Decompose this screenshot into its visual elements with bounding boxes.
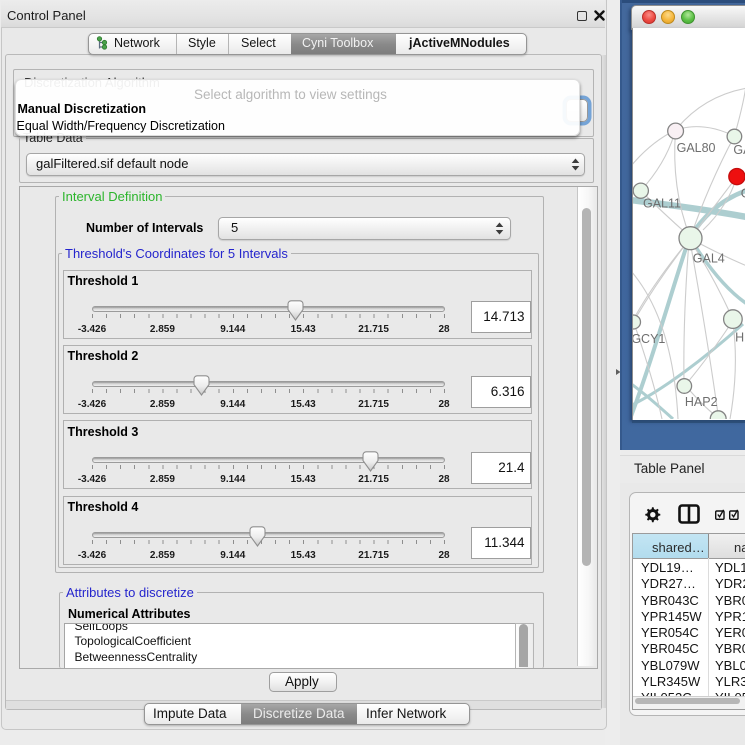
- svg-text:H: H: [735, 331, 744, 345]
- svg-text:G: G: [741, 187, 745, 201]
- svg-text:GCY1: GCY1: [633, 332, 665, 346]
- svg-text:GA: GA: [733, 143, 745, 157]
- svg-text:GAL80: GAL80: [677, 141, 716, 155]
- svg-text:HAP2: HAP2: [685, 395, 718, 409]
- svg-text:GAL4: GAL4: [693, 252, 725, 266]
- svg-text:GAL11: GAL11: [643, 197, 681, 211]
